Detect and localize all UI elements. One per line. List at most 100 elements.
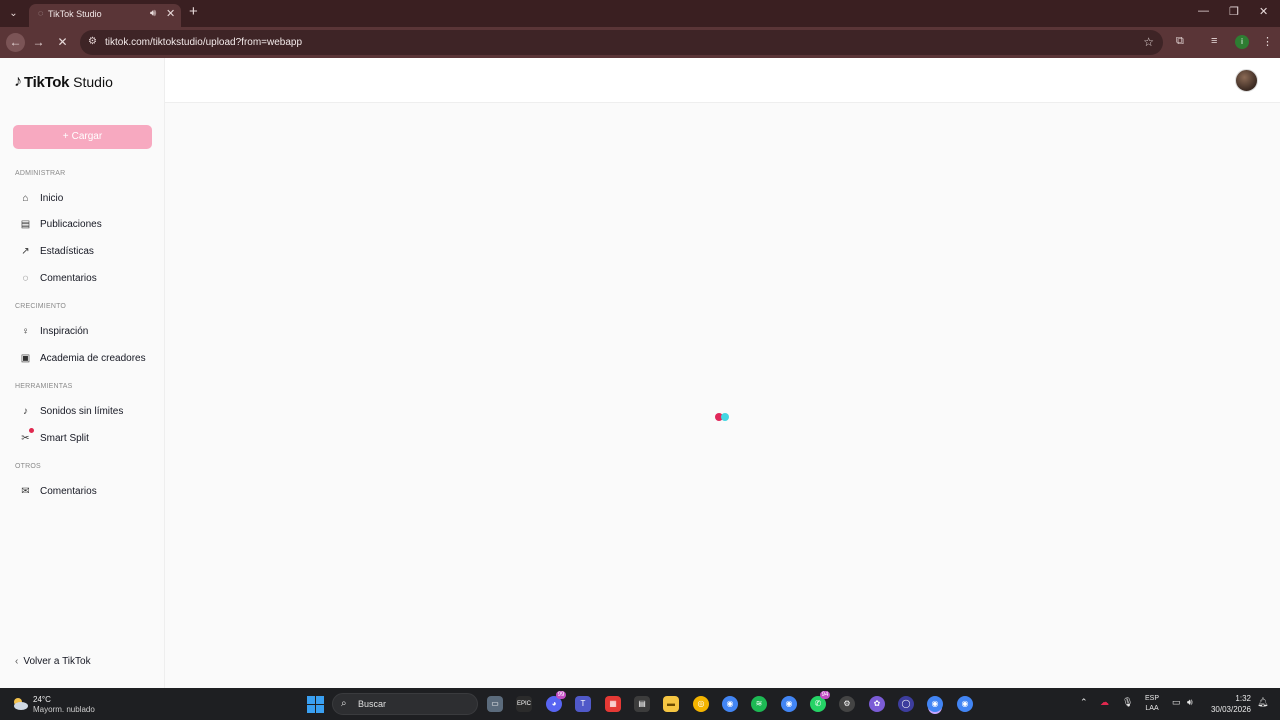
circle-app-icon[interactable]: ◯ xyxy=(898,696,914,712)
extensions-icon[interactable]: ⧉ xyxy=(1176,35,1184,48)
academy-book-icon: ▣ xyxy=(20,352,31,364)
spotify-icon[interactable]: ≋ xyxy=(751,696,767,712)
discord-icon[interactable]: ◕ 99 xyxy=(546,691,566,712)
loading-favicon-icon: ◌ xyxy=(38,8,44,18)
sidebar-item-label: Publicaciones xyxy=(40,218,102,230)
back-to-tiktok-link[interactable]: ‹ Volver a TikTok xyxy=(15,656,91,667)
volume-icon[interactable]: 🔊︎ xyxy=(1187,697,1193,708)
network-icon[interactable]: ▭ xyxy=(1172,697,1181,708)
discord-badge: 99 xyxy=(556,691,566,699)
tiktok-studio-logo[interactable]: ♪ TikTok Studio xyxy=(14,72,113,92)
chrome-active-icon[interactable]: ◉ xyxy=(927,696,943,712)
close-window-icon[interactable]: ✕ xyxy=(1259,5,1268,18)
home-icon: ⌂ xyxy=(22,192,29,204)
logo-brand-text: TikTok xyxy=(24,73,70,91)
tray-chevron-up-icon[interactable]: ⌃ xyxy=(1080,697,1088,708)
chrome-icon[interactable]: ◉ xyxy=(722,696,738,712)
mail-icon: ✉ xyxy=(21,485,30,497)
minimize-icon[interactable]: — xyxy=(1198,5,1209,17)
loading-spinner xyxy=(715,413,733,422)
chrome-profile-icon[interactable]: ◉ xyxy=(781,696,797,712)
sidebar-item-label: Inicio xyxy=(40,192,64,204)
sidebar-item-sonidos[interactable]: ♪ Sonidos sin límites xyxy=(20,401,160,421)
sidebar-item-label: Comentarios xyxy=(40,272,97,284)
sidebar-item-feedback[interactable]: ✉ Comentarios xyxy=(20,481,160,501)
url-text[interactable]: tiktok.com/tiktokstudio/upload?from=weba… xyxy=(105,37,302,48)
yellow-app-icon[interactable]: ◎ xyxy=(693,696,709,712)
sidebar-item-label: Estadísticas xyxy=(40,245,94,257)
posts-icon: ▤ xyxy=(20,218,31,230)
back-arrow-icon[interactable]: ← xyxy=(6,33,25,52)
microphone-icon[interactable]: 🎙︎ xyxy=(1122,697,1133,708)
browser-profile-avatar[interactable]: i xyxy=(1235,35,1249,49)
microsoft-store-icon[interactable]: ▤ xyxy=(634,696,650,712)
lightbulb-icon: ♀ xyxy=(21,325,30,337)
sidebar-item-inicio[interactable]: ⌂ Inicio xyxy=(20,188,160,208)
sidebar-item-smart-split[interactable]: ✂ Smart Split xyxy=(20,427,160,448)
tiktok-note-icon: ♪ xyxy=(14,73,22,90)
red-app-icon[interactable]: ▦ xyxy=(605,696,621,712)
system-clock[interactable]: 1:32 30/03/2026 xyxy=(1208,693,1251,715)
scissors-icon: ✂ xyxy=(20,427,34,444)
language-code: ESP xyxy=(1145,695,1160,702)
upload-button[interactable]: + Cargar xyxy=(13,125,152,149)
forward-arrow-icon[interactable]: → xyxy=(29,33,48,52)
new-tab-button[interactable]: + xyxy=(189,3,198,20)
plus-icon: + xyxy=(62,131,69,142)
weather-temperature[interactable]: 24°C xyxy=(33,695,51,704)
sidebar-item-publicaciones[interactable]: ▤ Publicaciones xyxy=(20,214,160,234)
teams-icon[interactable]: T xyxy=(575,696,591,712)
language-indicator[interactable]: ESP LAA xyxy=(1145,694,1159,714)
bookmark-star-icon[interactable]: ☆ xyxy=(1143,35,1154,49)
loader-dot-cyan xyxy=(721,413,729,421)
epic-games-icon[interactable]: EPIC xyxy=(516,696,532,712)
user-avatar[interactable] xyxy=(1235,69,1258,92)
browser-menu-icon[interactable]: ⋮ xyxy=(1262,35,1273,48)
logo-studio-text: Studio xyxy=(73,74,113,90)
section-otros: OTROS xyxy=(15,463,41,470)
address-bar[interactable]: ⚙ tiktok.com/tiktokstudio/upload?from=we… xyxy=(80,30,1163,55)
cloudy-weather-icon[interactable] xyxy=(11,696,29,710)
task-view-icon[interactable]: ▭ xyxy=(487,696,503,712)
keyboard-layout: LAA xyxy=(1145,705,1159,712)
studio-header xyxy=(165,58,1280,103)
tab-close-icon[interactable]: ✕ xyxy=(166,7,175,20)
tab-search-button[interactable]: ⌄ xyxy=(5,5,22,22)
browser-tab-active[interactable]: ◌ TikTok Studio 🔊︎ ✕ xyxy=(29,4,181,27)
back-link-label: Volver a TikTok xyxy=(23,656,91,667)
speaker-icon[interactable]: 🔊︎ xyxy=(150,8,156,19)
windows-taskbar: 24°C Mayorm. nublado ⌕ Buscar ▭ EPIC ◕ 99… xyxy=(0,688,1280,720)
purple-app-icon[interactable]: ✿ xyxy=(869,696,885,712)
tray-app-icon[interactable]: ☁ xyxy=(1100,697,1109,708)
whatsapp-badge: 94 xyxy=(820,691,830,699)
site-info-icon[interactable]: ⚙ xyxy=(88,36,97,47)
sidebar-item-label: Academia de creadores xyxy=(40,352,146,364)
browser-toolbar: ← → ✕ ⚙ tiktok.com/tiktokstudio/upload?f… xyxy=(0,27,1280,58)
file-explorer-icon[interactable]: ▬ xyxy=(663,696,679,712)
windows-start-icon[interactable] xyxy=(307,696,324,713)
chrome-secondary-icon[interactable]: ◉ xyxy=(957,696,973,712)
sidebar-item-label: Inspiración xyxy=(40,325,89,337)
notifications-bell-icon[interactable]: 🔔︎ xyxy=(1257,697,1268,708)
taskbar-search-label: Buscar xyxy=(358,699,387,709)
sidebar-item-inspiracion[interactable]: ♀ Inspiración xyxy=(20,321,160,341)
sidebar-item-comentarios[interactable]: ◌ Comentarios xyxy=(20,268,160,288)
steam-icon[interactable]: ⚙ xyxy=(839,696,855,712)
whatsapp-icon[interactable]: ✆ 94 xyxy=(810,691,830,712)
sidebar-item-label: Smart Split xyxy=(40,432,89,444)
taskbar-search[interactable]: ⌕ Buscar xyxy=(332,693,478,715)
main-content-area xyxy=(165,103,1280,688)
reading-list-icon[interactable]: ≡ xyxy=(1211,35,1217,47)
restore-icon[interactable]: ❐ xyxy=(1229,5,1239,18)
stop-loading-icon[interactable]: ✕ xyxy=(53,33,72,52)
section-administrar: ADMINISTRAR xyxy=(15,170,66,177)
tab-title: TikTok Studio xyxy=(48,9,102,19)
comment-icon: ◌ xyxy=(22,272,29,284)
sidebar-item-estadisticas[interactable]: ↗ Estadísticas xyxy=(20,241,160,261)
section-crecimiento: CRECIMIENTO xyxy=(15,303,67,310)
weather-description[interactable]: Mayorm. nublado xyxy=(33,705,95,714)
sidebar-item-academia[interactable]: ▣ Academia de creadores xyxy=(20,348,160,368)
sidebar-item-label: Sonidos sin límites xyxy=(40,405,124,417)
search-icon: ⌕ xyxy=(341,698,347,709)
analytics-icon: ↗ xyxy=(21,245,30,257)
